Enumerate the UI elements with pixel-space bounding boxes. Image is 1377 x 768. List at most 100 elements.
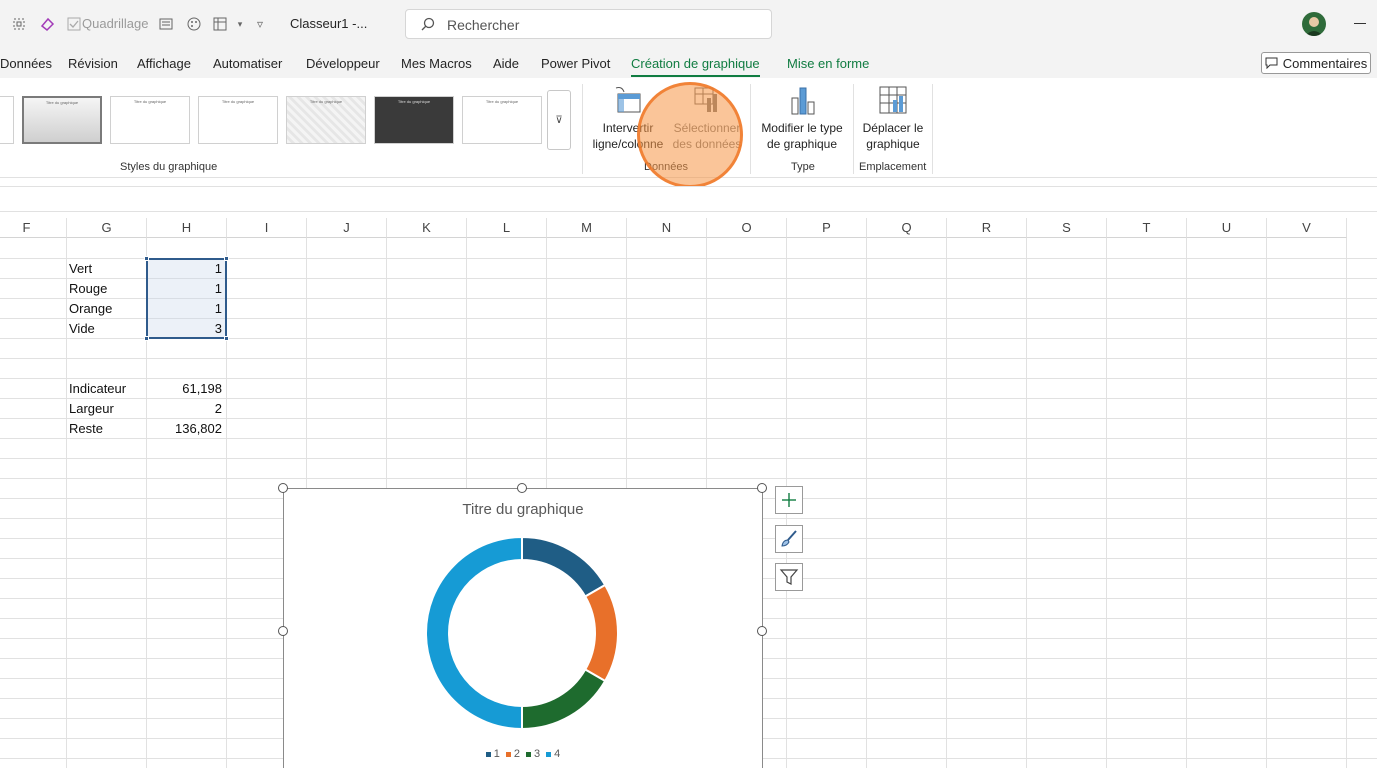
cell-value[interactable]: 1 <box>147 259 225 279</box>
tab-power-pivot[interactable]: Power Pivot <box>541 56 610 71</box>
gridlines-checkbox-icon[interactable] <box>64 14 84 34</box>
select-data-icon <box>691 84 723 116</box>
cell-label[interactable]: Indicateur <box>69 379 126 399</box>
legend-entry-1[interactable]: 1 <box>485 748 500 760</box>
search-icon <box>421 17 435 31</box>
column-header-o[interactable]: O <box>707 218 787 238</box>
chart-style-thumb[interactable] <box>0 96 14 144</box>
filter-icon <box>779 569 799 585</box>
cell-label[interactable]: Reste <box>69 419 103 439</box>
chart-style-thumb[interactable]: Titre du graphique <box>374 96 454 144</box>
minimize-icon[interactable] <box>1354 23 1366 24</box>
tab-donnees[interactable]: Données <box>0 56 52 71</box>
cell-label[interactable]: Orange <box>69 299 112 319</box>
tab-affichage[interactable]: Affichage <box>137 56 191 71</box>
column-header-i[interactable]: I <box>227 218 307 238</box>
gridline <box>0 358 1377 359</box>
group-divider <box>582 84 583 174</box>
tab-automatiser[interactable]: Automatiser <box>213 56 282 71</box>
column-header-g[interactable]: G <box>67 218 147 238</box>
chart-style-thumb[interactable]: Titre du graphique <box>110 96 190 144</box>
tab-mes-macros[interactable]: Mes Macros <box>401 56 472 71</box>
legend-entry-2[interactable]: 2 <box>505 748 520 760</box>
location-group-label: Emplacement <box>859 161 927 173</box>
column-header-v[interactable]: V <box>1267 218 1347 238</box>
cell-value[interactable]: 1 <box>147 299 225 319</box>
tab-revision[interactable]: Révision <box>68 56 118 71</box>
chart-filters-button[interactable] <box>775 563 803 591</box>
chart-elements-button[interactable] <box>775 486 803 514</box>
cell-value[interactable]: 3 <box>147 319 225 339</box>
search-box[interactable]: Rechercher <box>405 9 772 39</box>
donut-plot[interactable] <box>284 489 762 768</box>
column-header-j[interactable]: J <box>307 218 387 238</box>
cell-label[interactable]: Vide <box>69 319 95 339</box>
column-header-h[interactable]: H <box>147 218 227 238</box>
legend-label: 4 <box>554 748 561 760</box>
legend-entry-3[interactable]: 3 <box>526 748 540 760</box>
column-header-q[interactable]: Q <box>867 218 947 238</box>
column-header-s[interactable]: S <box>1027 218 1107 238</box>
chart-resize-handle[interactable] <box>278 483 288 493</box>
title-bar: Quadrillage ▾ ▿ Classeur1 -... Recherche… <box>0 0 1377 48</box>
cell-label[interactable]: Vert <box>69 259 92 279</box>
cell-value[interactable]: 136,802 <box>147 419 225 439</box>
move-chart-button[interactable]: Déplacer le graphique <box>858 84 928 152</box>
cell-value[interactable]: 61,198 <box>147 379 225 399</box>
donut-slice-4[interactable] <box>425 535 523 731</box>
table-style-icon[interactable] <box>210 14 230 34</box>
chart-resize-handle[interactable] <box>757 626 767 636</box>
eraser-icon[interactable] <box>37 14 57 34</box>
gallery-more-button[interactable]: ⊽ <box>547 90 571 150</box>
chart-resize-handle[interactable] <box>517 483 527 493</box>
column-header-n[interactable]: N <box>627 218 707 238</box>
palette-icon[interactable] <box>184 14 204 34</box>
form-icon[interactable] <box>156 14 176 34</box>
ribbon-tabs: Données Révision Affichage Automatiser D… <box>0 48 1377 78</box>
legend-label: 3 <box>534 748 541 760</box>
customize-toolbar-icon[interactable]: ▿ <box>250 14 270 34</box>
column-header-m[interactable]: M <box>547 218 627 238</box>
column-header-f[interactable]: F <box>0 218 67 238</box>
formula-bar[interactable] <box>0 186 1377 212</box>
document-title[interactable]: Classeur1 -... <box>290 16 367 31</box>
column-header-p[interactable]: P <box>787 218 867 238</box>
cell-value[interactable]: 2 <box>147 399 225 419</box>
cell-value[interactable]: 1 <box>147 279 225 299</box>
comments-button[interactable]: Commentaires <box>1261 52 1371 74</box>
legend-swatch <box>505 751 511 757</box>
change-chart-type-button[interactable]: Modifier le type de graphique <box>758 84 846 152</box>
donut-slice-2[interactable] <box>583 583 619 683</box>
switch-row-column-button[interactable]: Intervertir ligne/colonne <box>590 84 666 152</box>
donut-slice-3[interactable] <box>521 668 607 731</box>
chart-legend[interactable]: 1 2 3 4 <box>284 748 762 760</box>
cell-label[interactable]: Largeur <box>69 399 114 419</box>
column-header-l[interactable]: L <box>467 218 547 238</box>
gridline <box>0 478 1377 479</box>
chart-style-thumb[interactable]: Titre du graphique <box>462 96 542 144</box>
chart-styles-button[interactable] <box>775 525 803 553</box>
column-header-k[interactable]: K <box>387 218 467 238</box>
tab-developpeur[interactable]: Développeur <box>306 56 380 71</box>
tab-aide[interactable]: Aide <box>493 56 519 71</box>
chart-style-thumb[interactable]: Titre du graphique <box>198 96 278 144</box>
column-header-t[interactable]: T <box>1107 218 1187 238</box>
chart-style-thumb[interactable]: Titre du graphique <box>286 96 366 144</box>
select-objects-icon[interactable] <box>9 14 29 34</box>
chart-style-thumb[interactable]: Titre du graphique <box>22 96 102 144</box>
donut-slice-1[interactable] <box>521 535 607 598</box>
donut-chart[interactable]: Titre du graphique 1234 <box>283 488 763 768</box>
chevron-down-icon[interactable]: ▾ <box>230 14 250 34</box>
chart-type-icon <box>786 84 818 116</box>
group-divider <box>932 84 933 174</box>
legend-entry-4[interactable]: 4 <box>546 748 560 760</box>
tab-creation-graphique[interactable]: Création de graphique <box>631 56 760 77</box>
avatar[interactable] <box>1302 12 1326 36</box>
column-header-u[interactable]: U <box>1187 218 1267 238</box>
cell-label[interactable]: Rouge <box>69 279 107 299</box>
tab-mise-en-forme[interactable]: Mise en forme <box>787 56 869 71</box>
chart-resize-handle[interactable] <box>757 483 767 493</box>
chart-resize-handle[interactable] <box>278 626 288 636</box>
select-data-button[interactable]: Sélectionner des données <box>668 84 746 152</box>
column-header-r[interactable]: R <box>947 218 1027 238</box>
